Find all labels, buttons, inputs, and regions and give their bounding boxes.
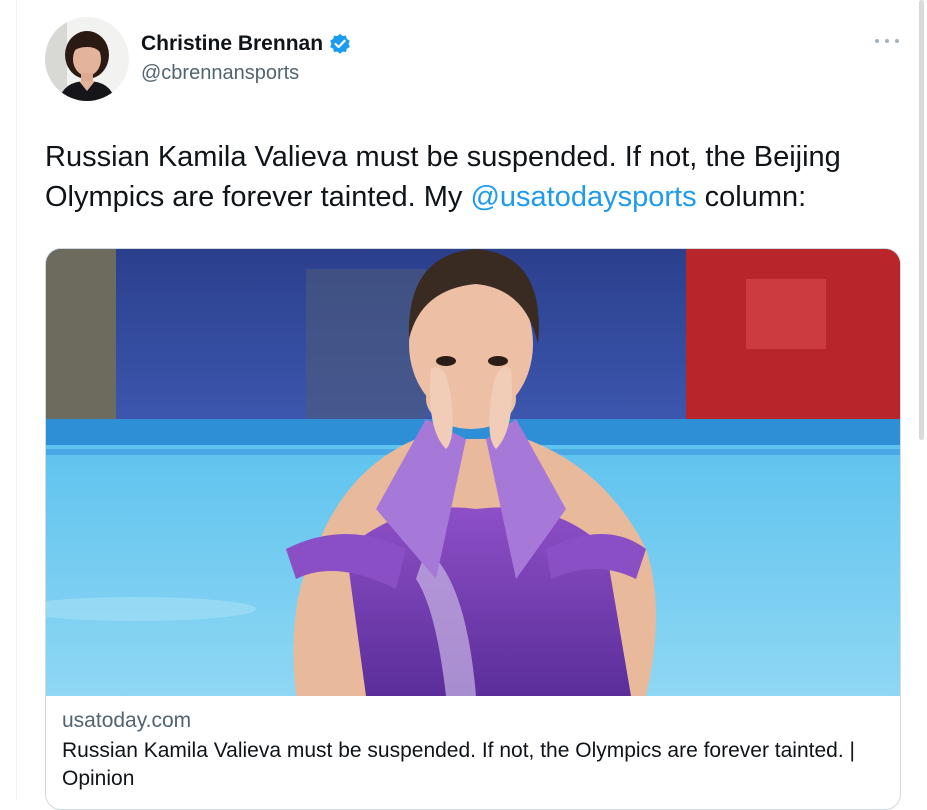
timeline-border	[16, 0, 17, 800]
display-name[interactable]: Christine Brennan	[141, 32, 323, 56]
more-dot	[895, 39, 899, 43]
card-domain: usatoday.com	[62, 709, 192, 732]
more-dot	[885, 39, 889, 43]
tweet-text-part: column:	[696, 181, 807, 213]
avatar-image	[45, 17, 129, 101]
tweet-author: Christine Brennan @cbrennansports	[141, 30, 351, 85]
tweet-text: Russian Kamila Valieva must be suspended…	[45, 137, 905, 217]
scrollbar[interactable]	[919, 0, 924, 440]
mention-link[interactable]: @usatodaysports	[470, 181, 696, 213]
more-horizontal-icon[interactable]	[875, 31, 899, 51]
avatar[interactable]	[45, 17, 129, 101]
user-handle[interactable]: @cbrennansports	[141, 62, 351, 85]
link-card[interactable]: usatoday.com Russian Kamila Valieva must…	[45, 248, 901, 810]
card-image	[46, 249, 900, 696]
verified-badge-icon	[329, 33, 351, 55]
card-title: Russian Kamila Valieva must be suspended…	[62, 739, 855, 790]
more-dot	[875, 39, 879, 43]
